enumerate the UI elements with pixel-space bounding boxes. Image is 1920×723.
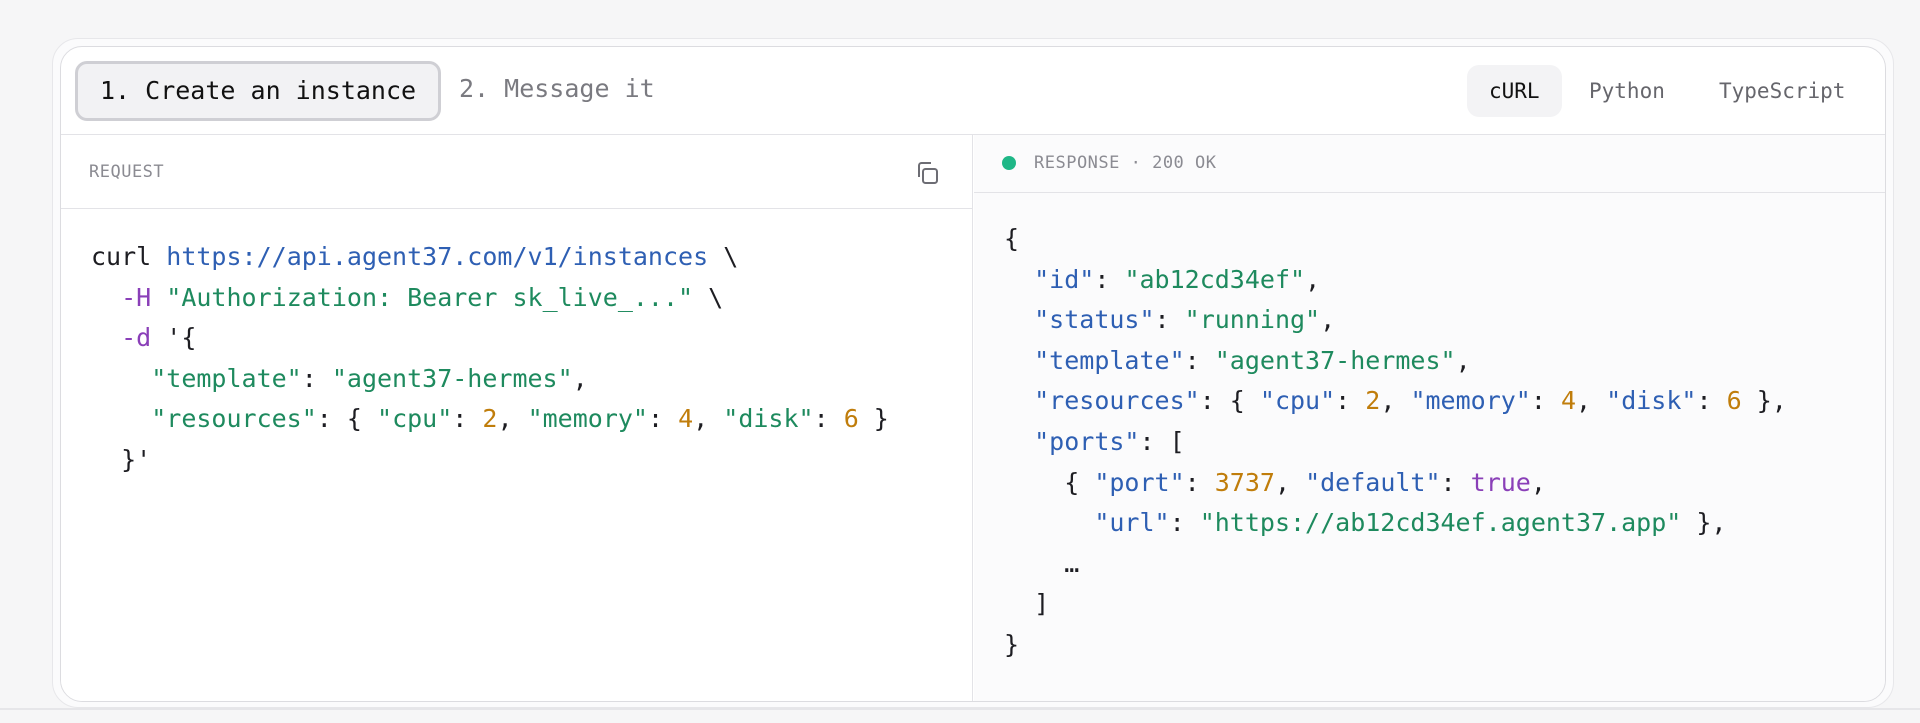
copy-icon[interactable] — [913, 159, 941, 187]
lang-tab-typescript[interactable]: TypeScript — [1697, 65, 1867, 117]
code-string: "agent37-hermes" — [1214, 345, 1456, 375]
code-token: \ — [723, 242, 739, 271]
card-toolbar: 1. Create an instance 2. Message it cURL… — [61, 47, 1885, 135]
step-tab-message-it[interactable]: 2. Message it — [437, 61, 677, 121]
code-key: "memory" — [1410, 386, 1531, 416]
request-header: REQUEST — [61, 135, 972, 209]
code-number: 2 — [482, 404, 498, 434]
code-key: "status" — [1034, 305, 1155, 335]
code-number: 4 — [1560, 386, 1577, 416]
code-key: "resources" — [1034, 386, 1200, 416]
code-number: 4 — [678, 404, 694, 434]
lang-tab-curl[interactable]: cURL — [1467, 65, 1562, 117]
code-key: "default" — [1305, 467, 1441, 497]
code-ellipsis: … — [1064, 548, 1080, 578]
code-key: "resources" — [151, 404, 317, 434]
code-flag: -H — [121, 282, 152, 312]
code-key: "url" — [1094, 508, 1170, 538]
api-example-card: 1. Create an instance 2. Message it cURL… — [60, 46, 1886, 702]
code-string: "Authorization: Bearer sk_live_..." — [166, 282, 694, 312]
response-pane: RESPONSE · 200 OK { "id": "ab12cd34ef", … — [974, 135, 1885, 701]
response-header: RESPONSE · 200 OK — [974, 135, 1885, 193]
code-token: }' — [121, 444, 152, 474]
code-boolean: true — [1470, 467, 1531, 497]
request-code-block: curl https://api.agent37.com/v1/instance… — [91, 242, 889, 474]
request-label: REQUEST — [89, 162, 165, 182]
code-key: "disk" — [1606, 386, 1697, 416]
code-number: 6 — [1726, 386, 1742, 416]
code-number: 6 — [843, 404, 859, 434]
code-number: 3737 — [1214, 467, 1275, 497]
code-token: '{ — [166, 323, 197, 353]
code-key: "memory" — [527, 404, 648, 434]
request-url: https://api.agent37.com/v1/instances — [166, 242, 709, 271]
page-divider — [0, 708, 1920, 710]
request-pane: REQUEST curl https://api.agent37.com/v1/… — [61, 135, 973, 701]
lang-tab-python[interactable]: Python — [1567, 65, 1687, 117]
code-key: "disk" — [723, 404, 814, 434]
response-code-block: { "id": "ab12cd34ef", "status": "running… — [1004, 224, 1787, 659]
code-string: "agent37-hermes" — [331, 363, 573, 393]
code-string: "https://ab12cd34ef.agent37.app" — [1199, 508, 1682, 538]
code-token: curl — [91, 242, 152, 271]
code-key: "id" — [1034, 264, 1095, 294]
step-tab-create-instance[interactable]: 1. Create an instance — [75, 61, 442, 121]
code-token: \ — [708, 282, 724, 312]
response-status-label: RESPONSE · 200 OK — [1034, 153, 1217, 173]
code-key: "template" — [1034, 345, 1185, 375]
code-key: "cpu" — [1259, 386, 1336, 416]
code-number: 2 — [1365, 386, 1381, 416]
status-dot-icon — [1002, 156, 1016, 170]
code-string: "ab12cd34ef" — [1124, 264, 1306, 294]
code-key: "cpu" — [377, 404, 453, 434]
code-key: "port" — [1094, 467, 1185, 497]
code-key: "ports" — [1034, 426, 1140, 456]
code-string: "running" — [1184, 305, 1321, 335]
code-key: "template" — [151, 363, 302, 393]
code-flag: -d — [121, 323, 152, 353]
